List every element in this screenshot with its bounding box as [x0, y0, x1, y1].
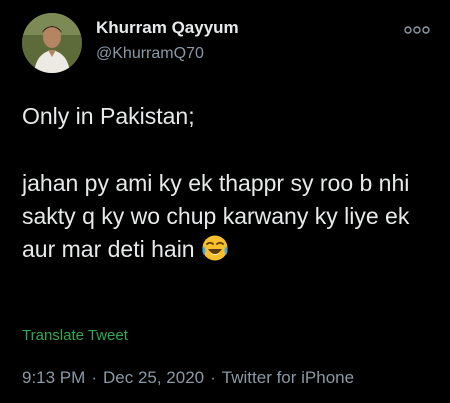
face-with-tears-of-joy-icon [201, 234, 229, 271]
more-options-icon [404, 26, 430, 34]
translate-tweet-link[interactable]: Translate Tweet [22, 327, 128, 344]
tweet-card: Khurram Qayyum @KhurramQ70 Only in Pakis… [0, 0, 450, 403]
meta-separator: · [91, 368, 97, 387]
user-handle[interactable]: @KhurramQ70 [96, 45, 204, 63]
tweet-text-line-2: jahan py ami ky ek thappr sy roo b nhi s… [22, 167, 432, 271]
tweet-date[interactable]: Dec 25, 2020 [103, 368, 204, 387]
tweet-text-line-1: Only in Pakistan; [22, 103, 195, 129]
avatar-photo-icon [22, 13, 82, 73]
tweet-meta: 9:13 PM · Dec 25, 2020 · Twitter for iPhone [22, 368, 354, 388]
meta-separator: · [210, 368, 216, 387]
tweet-time[interactable]: 9:13 PM [22, 368, 85, 387]
more-options-button[interactable] [400, 20, 434, 40]
display-name[interactable]: Khurram Qayyum [96, 18, 239, 38]
avatar[interactable] [22, 13, 82, 73]
tweet-source-link[interactable]: Twitter for iPhone [222, 368, 354, 387]
tweet-text: Only in Pakistan; jahan py ami ky ek tha… [22, 100, 432, 271]
